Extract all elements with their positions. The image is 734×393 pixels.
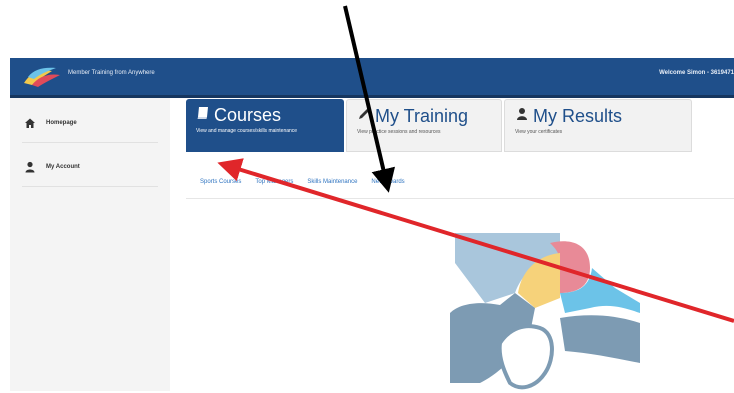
annotation-arrows bbox=[217, 5, 734, 323]
black-annotation-arrow bbox=[343, 5, 396, 193]
red-annotation-arrow bbox=[217, 158, 734, 323]
